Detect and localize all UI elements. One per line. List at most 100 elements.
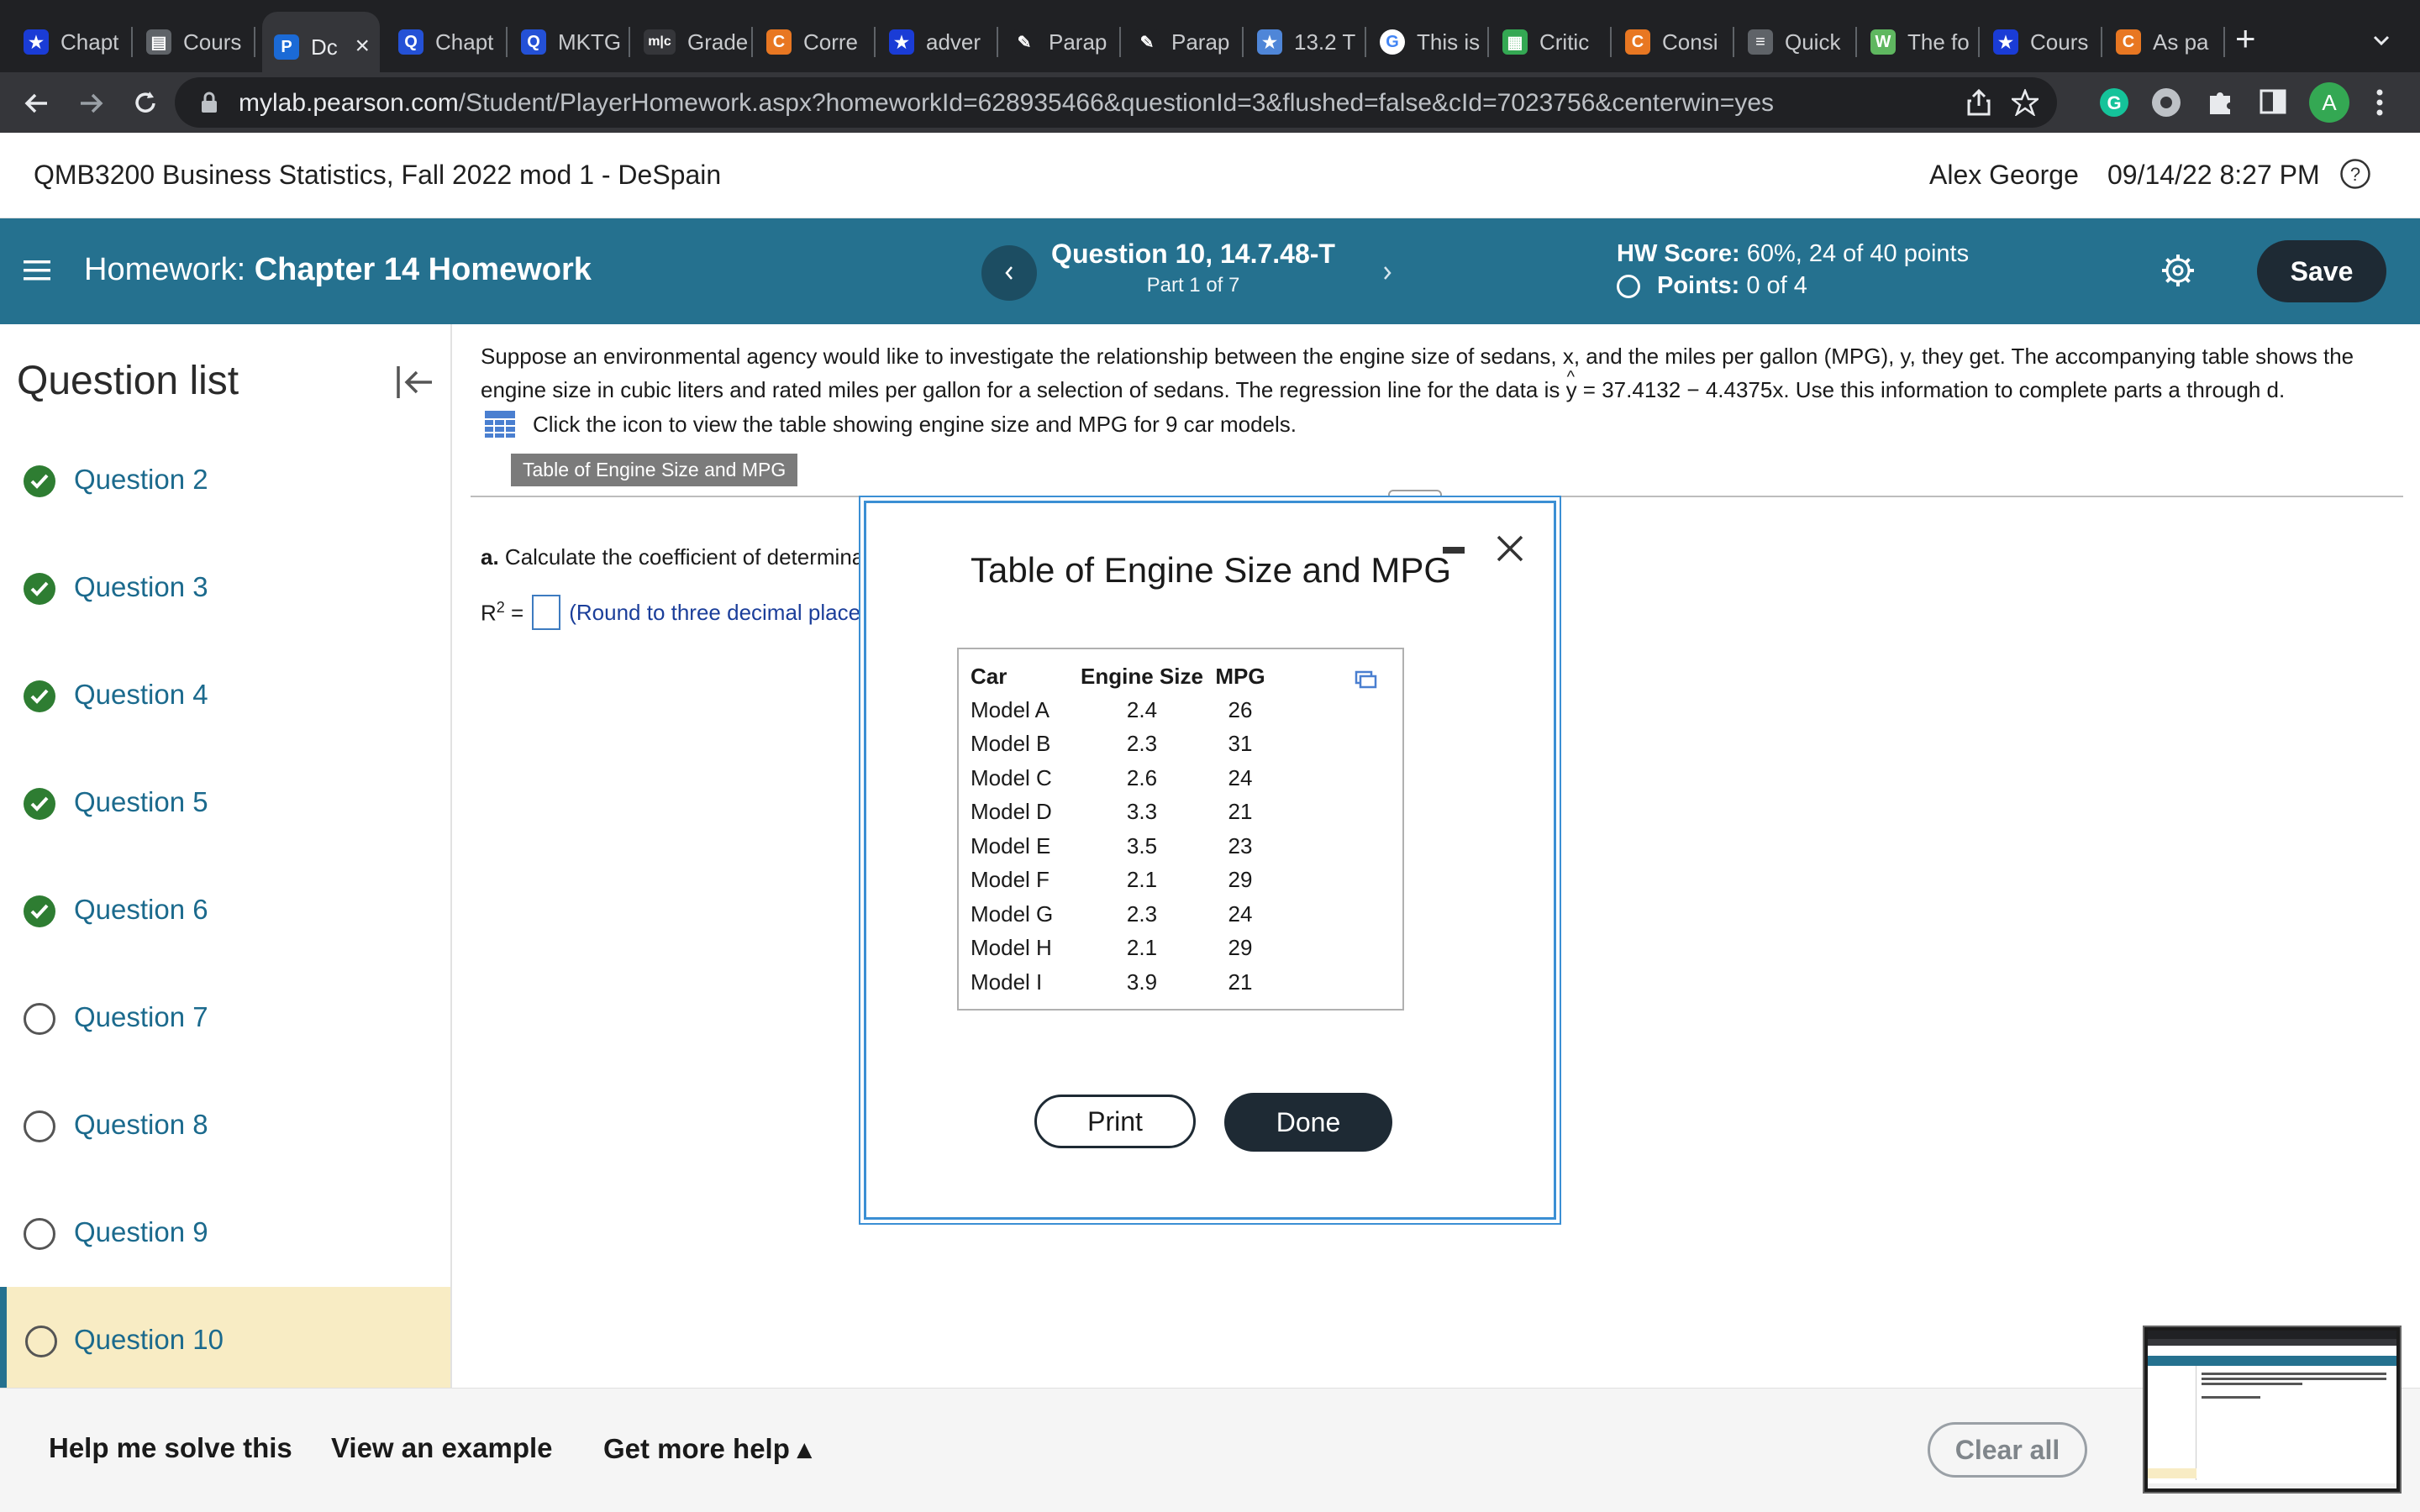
browser-tab[interactable]: G This is (1368, 18, 1489, 66)
tab-separator (1733, 27, 1734, 57)
table-row: Model B 2.3 31 (971, 727, 1273, 762)
browser-tab[interactable]: Q Chapt (387, 18, 508, 66)
browser-tab[interactable]: ≡ Quick (1736, 18, 1857, 66)
screenshot-thumbnail[interactable] (2144, 1327, 2400, 1492)
browser-tab[interactable]: ✎ Parap (1123, 18, 1244, 66)
user-name: Alex George (1929, 160, 2079, 190)
browser-tab[interactable]: ★ 13.2 T (1245, 18, 1366, 66)
question-list-item[interactable]: Question 5 (0, 749, 450, 857)
copy-table-icon[interactable] (1354, 668, 1377, 691)
question-list-item[interactable]: Question 2 (0, 427, 450, 534)
question-list-item[interactable]: Question 3 (0, 534, 450, 642)
close-dialog-icon[interactable] (1495, 533, 1525, 564)
browser-menu-icon[interactable] (2375, 87, 2385, 118)
browser-tab[interactable]: Q MKTG (509, 18, 630, 66)
question-list-item[interactable]: Question 8 (0, 1072, 450, 1179)
part-a-label: a. (481, 544, 499, 570)
hamburger-menu-icon[interactable] (24, 259, 50, 282)
tab-separator (1978, 27, 1980, 57)
side-panel-icon[interactable] (2259, 87, 2287, 116)
close-tab-icon[interactable]: × (355, 32, 370, 60)
help-icon[interactable]: ? (2339, 158, 2371, 190)
chegg-icon: C (766, 29, 792, 55)
help-me-solve-this-link[interactable]: Help me solve this (49, 1432, 292, 1464)
forward-icon[interactable] (77, 89, 106, 118)
tab-separator (1365, 27, 1366, 57)
question-list-item[interactable]: Question 10 (0, 1287, 450, 1394)
question-list-item[interactable]: Question 4 (0, 642, 450, 749)
new-tab-button[interactable]: + (2235, 18, 2256, 59)
browser-tab-strip: ★ Chapt ▤ Cours P Dc × Q Chapt Q MKTG m|c Grade C Corr… (0, 0, 2420, 82)
reload-icon[interactable] (131, 89, 160, 118)
thumb-address (2148, 1339, 2396, 1346)
table-grid-icon[interactable] (484, 410, 516, 438)
next-question-button[interactable] (1360, 245, 1415, 301)
question-list-label: Question 10 (74, 1324, 224, 1355)
question-list-item[interactable]: Question 7 (0, 964, 450, 1072)
cell-car: Model D (971, 799, 1052, 825)
check-circle-icon (24, 895, 55, 927)
thumb-line (2202, 1383, 2302, 1385)
header-car: Car (971, 663, 1007, 689)
cell-engine-size: 3.9 (1126, 969, 1158, 995)
browser-tab[interactable]: ★ Cours (1981, 18, 2102, 66)
browser-tab-label: Corre (803, 29, 859, 55)
browser-tab[interactable]: C As pa (2104, 18, 2225, 66)
url-text[interactable]: mylab.pearson.com/Student/PlayerHomework… (239, 89, 1774, 118)
question-text: Suppose an environmental agency would li… (481, 339, 2380, 407)
back-icon[interactable] (22, 89, 50, 118)
browser-tab[interactable]: ▤ Cours (134, 18, 255, 66)
browser-tab-label: 13.2 T (1294, 29, 1356, 55)
homework-name: Chapter 14 Homework (254, 252, 592, 287)
extensions-puzzle-icon[interactable] (2205, 87, 2235, 118)
bookmark-star-icon[interactable] (2012, 89, 2039, 116)
cell-car: Model B (971, 731, 1051, 757)
cell-car: Model G (971, 900, 1054, 927)
profile-avatar[interactable]: A (2309, 82, 2349, 123)
done-button[interactable]: Done (1224, 1093, 1392, 1152)
table-button[interactable]: Table of Engine Size and MPG (511, 454, 798, 486)
tab-search-icon[interactable] (2370, 29, 2393, 52)
lock-icon[interactable] (200, 91, 218, 114)
rounding-hint: (Round to three decimal places (569, 599, 872, 625)
r-squared-input[interactable] (532, 595, 561, 630)
browser-tab[interactable]: ★ Chapt (12, 18, 133, 66)
get-more-help-link[interactable]: Get more help ▴ (603, 1432, 812, 1465)
clear-all-button[interactable]: Clear all (1928, 1422, 2087, 1478)
table-row: Model G 2.3 24 (971, 897, 1273, 932)
address-bar[interactable]: mylab.pearson.com/Student/PlayerHomework… (175, 77, 2057, 128)
cell-mpg: 24 (1228, 900, 1253, 927)
star-icon: ★ (24, 29, 49, 55)
browser-tab-label: Cours (183, 29, 242, 55)
quill-icon: ✎ (1012, 29, 1037, 55)
browser-tab[interactable]: ★ adver (877, 18, 998, 66)
cell-mpg: 29 (1228, 867, 1253, 893)
cell-engine-size: 2.3 (1126, 731, 1158, 757)
print-button[interactable]: Print (1034, 1095, 1196, 1148)
hw-score-value: 60%, 24 of 40 points (1746, 240, 1970, 267)
view-an-example-link[interactable]: View an example (331, 1432, 553, 1464)
save-button[interactable]: Save (2257, 240, 2386, 302)
browser-tab[interactable]: m|c Grade (632, 18, 753, 66)
browser-tab[interactable]: ✎ Parap (1000, 18, 1121, 66)
browser-tab-label: Critic (1539, 29, 1590, 55)
browser-tab[interactable]: ▦ Critic (1491, 18, 1612, 66)
star-box-icon: ★ (1257, 29, 1282, 55)
minimize-dialog-icon[interactable] (1443, 547, 1465, 554)
cell-engine-size: 2.6 (1126, 764, 1158, 790)
question-list-item[interactable]: Question 9 (0, 1179, 450, 1287)
resize-handle[interactable] (1388, 490, 1442, 501)
settings-gear-icon[interactable] (2160, 252, 2196, 289)
collapse-sidebar-icon[interactable] (395, 363, 434, 402)
browser-tab[interactable]: C Consi (1613, 18, 1734, 66)
question-part: Part 1 of 7 (1146, 274, 1240, 297)
q-icon: Q (521, 29, 546, 55)
extension-circle-icon[interactable] (2151, 87, 2181, 118)
browser-tab[interactable]: W The fo (1859, 18, 1980, 66)
question-list-item[interactable]: Question 6 (0, 857, 450, 964)
grammarly-icon[interactable]: G (2099, 87, 2129, 118)
browser-tab[interactable]: C Corre (755, 18, 876, 66)
cell-mpg: 21 (1228, 799, 1253, 825)
thumb-sidebar (2148, 1366, 2196, 1480)
share-icon[interactable] (1966, 89, 1991, 116)
